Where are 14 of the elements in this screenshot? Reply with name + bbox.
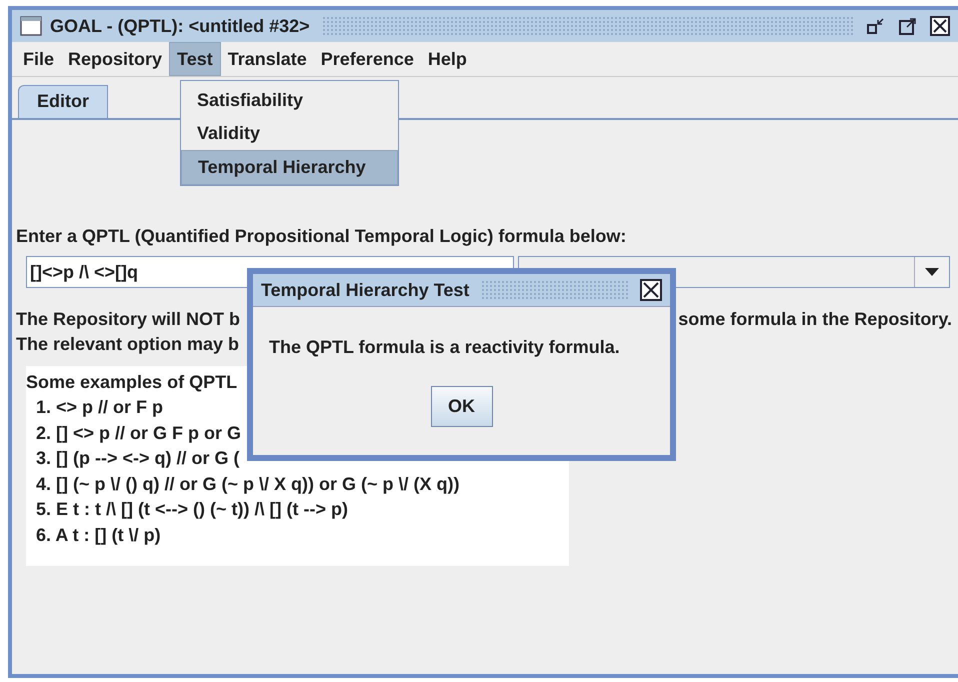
example-line: 5. E t : t /\ [] (t <--> () (~ t)) /\ [] (t --> p) <box>36 498 348 522</box>
prompt-label: Enter a QPTL (Quantified Propositional Temporal Logic) formula below: <box>16 226 628 247</box>
example-line: 2. [] <> p // or G F p or G <box>36 422 242 445</box>
example-line: 3. [] (p --> <-> q) // or G ( <box>36 447 240 470</box>
dialog-message: The QPTL formula is a reactivity formula. <box>268 336 621 358</box>
example-line: 4. [] (~ p \/ () q) // or G (~ p \/ X q)) or G (~ p \/ (X q)) <box>36 472 460 496</box>
note-text: some formula in the Repository. <box>678 309 952 329</box>
note-text: The Repository will NOT b <box>16 309 240 329</box>
window-title: GOAL - (QPTL): <untitled #32> <box>50 16 310 36</box>
example-line: 1. <> p // or F p <box>36 396 164 419</box>
example-line: 6. A t : [] (t \/ p) <box>36 524 161 547</box>
dialog-title: Temporal Hierarchy Test <box>261 280 470 300</box>
note-text: The relevant option may b <box>16 334 240 354</box>
examples-heading: Some examples of QPTL <box>26 372 238 392</box>
